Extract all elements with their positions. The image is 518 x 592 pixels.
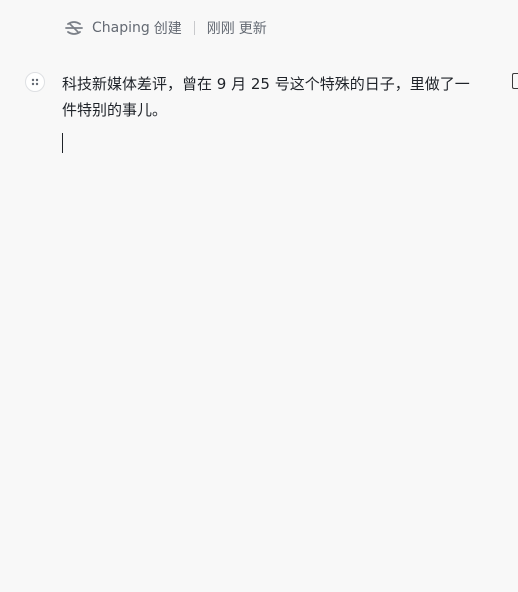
updated-label: 更新 (238, 21, 267, 37)
created-label: 创建 (153, 21, 182, 37)
paragraph-block[interactable]: 科技新媒体差评，曾在 9 月 25 号这个特殊的日子，里做了一 件特别的事儿。 (62, 71, 502, 123)
document-meta-bar: Chaping 创建 刚刚 更新 (64, 16, 267, 40)
author-name[interactable]: Chaping (92, 20, 150, 36)
bracket-icon[interactable] (512, 73, 518, 89)
updated-time: 刚刚 (206, 21, 235, 37)
chaping-logo-icon (64, 18, 84, 38)
drag-handle-icon[interactable] (25, 72, 45, 92)
meta-divider (193, 21, 195, 35)
text-cursor (62, 133, 63, 153)
